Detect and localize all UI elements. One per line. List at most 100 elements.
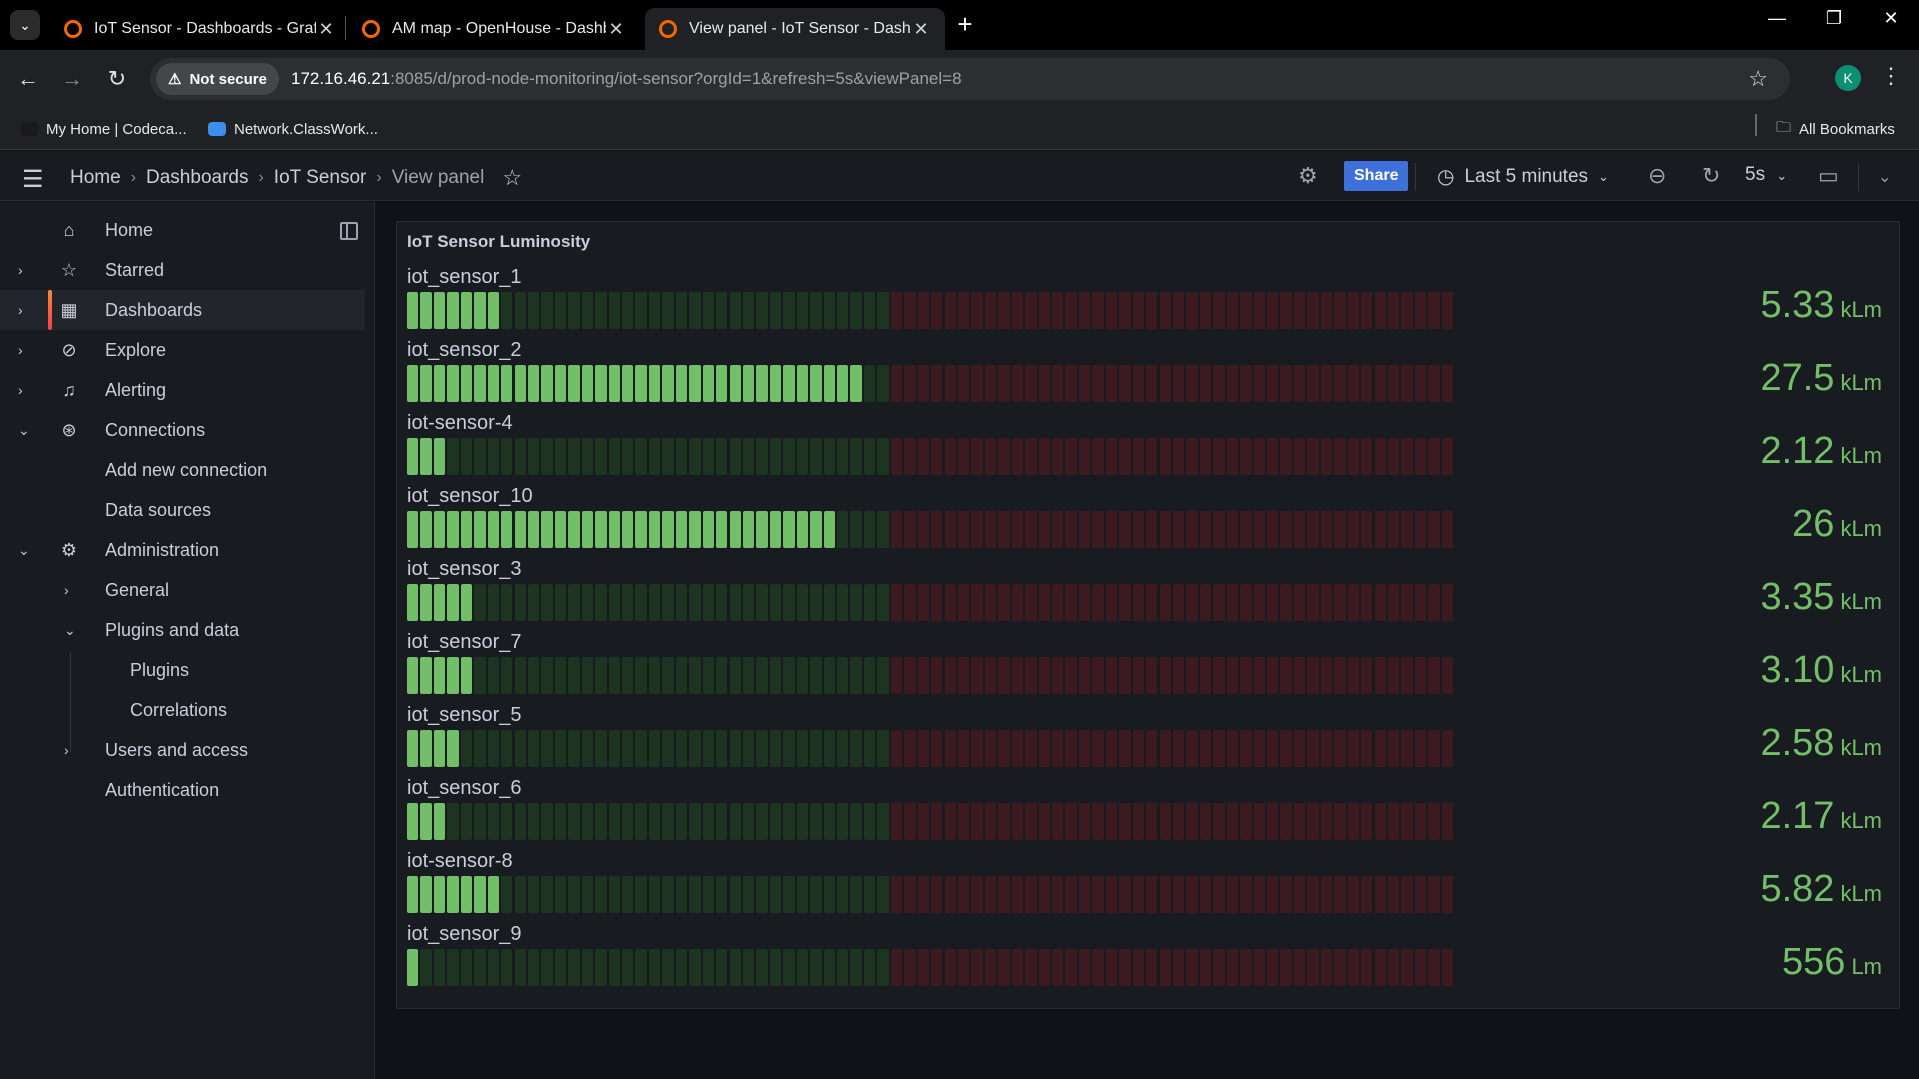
url-text[interactable]: 172.16.46.21:8085/d/prod-node-monitoring… [291,69,962,89]
sidebar-item-plugins-and-data[interactable]: ⌄ Plugins and data [0,610,365,650]
restore-icon[interactable]: ❐ [1814,8,1854,29]
gauge-cell [608,803,620,840]
panel-title[interactable]: IoT Sensor Luminosity [407,232,590,252]
breadcrumb-current: View panel [391,167,485,188]
gauge-cell [850,584,862,621]
close-window-icon[interactable]: ✕ [1871,8,1911,29]
browser-tab-active[interactable]: View panel - IoT Sensor - Dashboards ✕ [645,8,945,50]
chevron-right-icon[interactable]: › [64,582,69,598]
close-icon[interactable]: ✕ [606,19,626,40]
sidebar-item-home[interactable]: ⌂ Home [0,210,365,250]
gauge-cell [931,730,943,767]
sidebar-item-starred[interactable]: › ☆ Starred [0,250,365,290]
chevron-right-icon[interactable]: › [18,342,23,358]
breadcrumb-iot-sensor[interactable]: IoT Sensor [274,167,367,189]
bookmark-item[interactable]: My Home | Codeca... [20,116,187,142]
gauge-cell [581,657,594,694]
gauge-cell [514,949,526,986]
gauge-cell [971,657,983,694]
sidebar-item-data-sources[interactable]: Data sources [0,490,365,530]
minimize-icon[interactable]: — [1757,8,1797,29]
breadcrumb-dashboards[interactable]: Dashboards [146,167,248,189]
gauge-cell [662,876,674,913]
chevron-right-icon[interactable]: › [18,302,23,318]
browser-menu-icon[interactable]: ⋮ [1880,63,1902,89]
chevron-right-icon[interactable]: › [18,262,23,278]
refresh-icon[interactable]: ↻ [1702,163,1720,189]
gauge-cell [756,730,768,767]
gauge-cell [1078,438,1091,475]
forward-icon[interactable]: → [56,63,88,95]
chevron-right-icon: › [376,169,382,186]
gauge-cell [796,365,809,402]
gauge-cell [1159,803,1171,840]
gauge-cell [581,949,594,986]
gauge-cell [554,803,567,840]
bookmark-star-icon[interactable]: ☆ [1748,66,1768,92]
time-range-picker[interactable]: ◷ Last 5 minutes ⌄ [1437,164,1609,189]
settings-icon[interactable]: ⚙ [1298,163,1318,189]
bell-icon: ♫ [62,379,76,400]
gauge-cell [407,803,419,840]
gauge-cell [1199,584,1212,621]
profile-avatar[interactable]: K [1835,65,1861,91]
sidebar-item-plugins[interactable]: Plugins [0,650,365,690]
sidebar-item-explore[interactable]: › ⊘ Explore [0,330,365,370]
browser-tab[interactable]: AM map - OpenHouse - Dashboards ✕ [348,8,640,50]
gauge-cell [998,876,1010,913]
chevron-right-icon[interactable]: › [18,382,23,398]
gauge-cell [716,730,728,767]
sidebar-item-correlations[interactable]: Correlations [0,690,365,730]
close-icon[interactable]: ✕ [316,19,336,40]
gauge-cell [1253,292,1265,329]
gauge-cell [1428,292,1440,329]
gauge-cell [1065,803,1077,840]
sidebar-item-authentication[interactable]: Authentication [0,770,365,810]
gauge-cell [554,365,567,402]
new-tab-button[interactable]: + [950,10,980,40]
bookmark-item[interactable]: Network.ClassWork... [208,116,378,142]
back-icon[interactable]: ← [12,63,44,95]
chevron-down-icon[interactable]: ⌄ [1878,167,1891,187]
sidebar-item-users-and-access[interactable]: › Users and access [0,730,365,770]
gauge-cell [702,292,715,329]
star-icon[interactable]: ☆ [502,165,522,191]
browser-tab-bar: ⌄ IoT Sensor - Dashboards - Grafana ✕ AM… [0,0,1919,50]
sidebar-item-general[interactable]: › General [0,570,365,610]
chevron-down-icon[interactable]: ⌄ [18,422,30,439]
chevron-down-icon[interactable]: ⌄ [18,542,30,559]
tv-mode-icon[interactable]: ▭ [1818,163,1839,189]
gauge-cell [1105,876,1118,913]
menu-icon[interactable]: ☰ [22,165,44,194]
tab-search-button[interactable]: ⌄ [10,10,40,40]
gauge-cell [648,584,661,621]
sidebar-item-label: Administration [105,539,220,560]
gauge-cell [1267,730,1279,767]
security-chip[interactable]: ⚠ Not secure [156,63,279,95]
sidebar-item-dashboards[interactable]: › ▦ Dashboards [0,290,365,330]
sidebar-item-alerting[interactable]: › ♫ Alerting [0,370,365,410]
gauge-cell [1186,584,1198,621]
gauge-cell [1240,730,1252,767]
gauge-cell [877,949,889,986]
sidebar-item-connections[interactable]: ⌄ ⊛ Connections [0,410,365,450]
reload-icon[interactable]: ↻ [101,63,133,95]
gauge-cell [810,292,822,329]
sidebar-item-label: Plugins and data [105,619,240,640]
gauge-cell [514,803,526,840]
sidebar-item-administration[interactable]: ⌄ ⚙ Administration [0,530,365,570]
close-icon[interactable]: ✕ [911,19,931,40]
omnibox[interactable]: ⚠ Not secure 172.16.46.21:8085/d/prod-no… [150,58,1790,100]
sidebar-item-add-new-connection[interactable]: Add new connection [0,450,365,490]
all-bookmarks-button[interactable]: 🗀 All Bookmarks [1776,116,1895,142]
breadcrumb-home[interactable]: Home [70,167,121,189]
gauge-cell [769,365,782,402]
chevron-down-icon[interactable]: ⌄ [64,622,76,639]
chevron-right-icon[interactable]: › [64,742,69,758]
share-button[interactable]: Share [1344,161,1409,191]
gauge-cell [1172,292,1185,329]
gauge-cell [635,292,647,329]
browser-tab[interactable]: IoT Sensor - Dashboards - Grafana ✕ [50,8,350,50]
zoom-out-icon[interactable]: ⊖ [1648,163,1666,189]
refresh-interval-picker[interactable]: 5s ⌄ [1745,164,1787,186]
